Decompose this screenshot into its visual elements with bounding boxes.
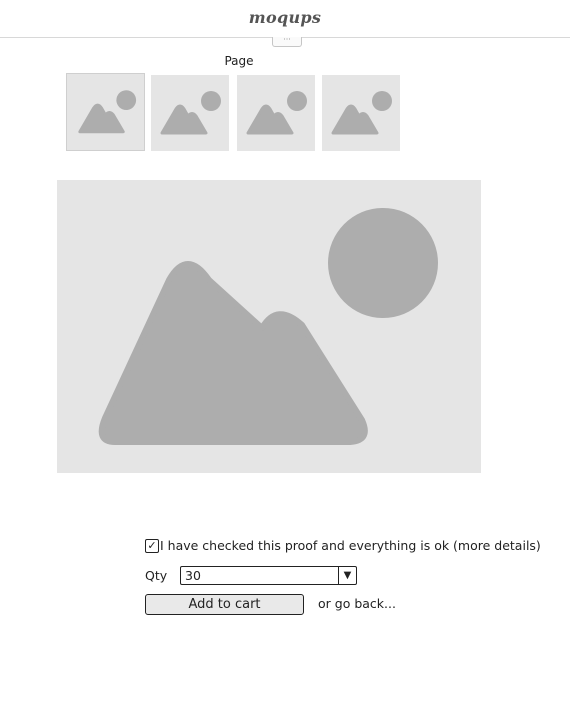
image-placeholder-icon <box>246 91 307 135</box>
collapse-handle[interactable]: ··· <box>272 36 302 47</box>
quantity-select[interactable]: 30 ▼ <box>180 566 357 585</box>
image-placeholder-icon <box>78 90 137 134</box>
dropdown-arrow-icon[interactable]: ▼ <box>338 567 356 584</box>
image-placeholder-icon <box>98 208 438 445</box>
image-placeholder-icon <box>331 91 392 135</box>
go-back-link[interactable]: or go back... <box>318 596 396 611</box>
add-to-cart-button[interactable]: Add to cart <box>145 594 304 615</box>
page-title: Page <box>224 54 254 68</box>
thumbnail-2[interactable] <box>151 75 229 151</box>
image-placeholder-icon <box>160 91 221 135</box>
thumbnail-3[interactable] <box>237 75 315 151</box>
brand-logo: moqups <box>248 8 322 27</box>
top-bar: moqups <box>0 0 570 38</box>
proof-checkbox-label: I have checked this proof and everything… <box>160 538 541 553</box>
thumbnail-4[interactable] <box>322 75 400 151</box>
quantity-value: 30 <box>185 568 201 583</box>
main-preview-image <box>57 180 481 473</box>
proof-checkbox[interactable]: ✓ <box>145 539 159 553</box>
quantity-label: Qty <box>145 568 168 583</box>
thumbnail-1[interactable] <box>66 73 145 151</box>
